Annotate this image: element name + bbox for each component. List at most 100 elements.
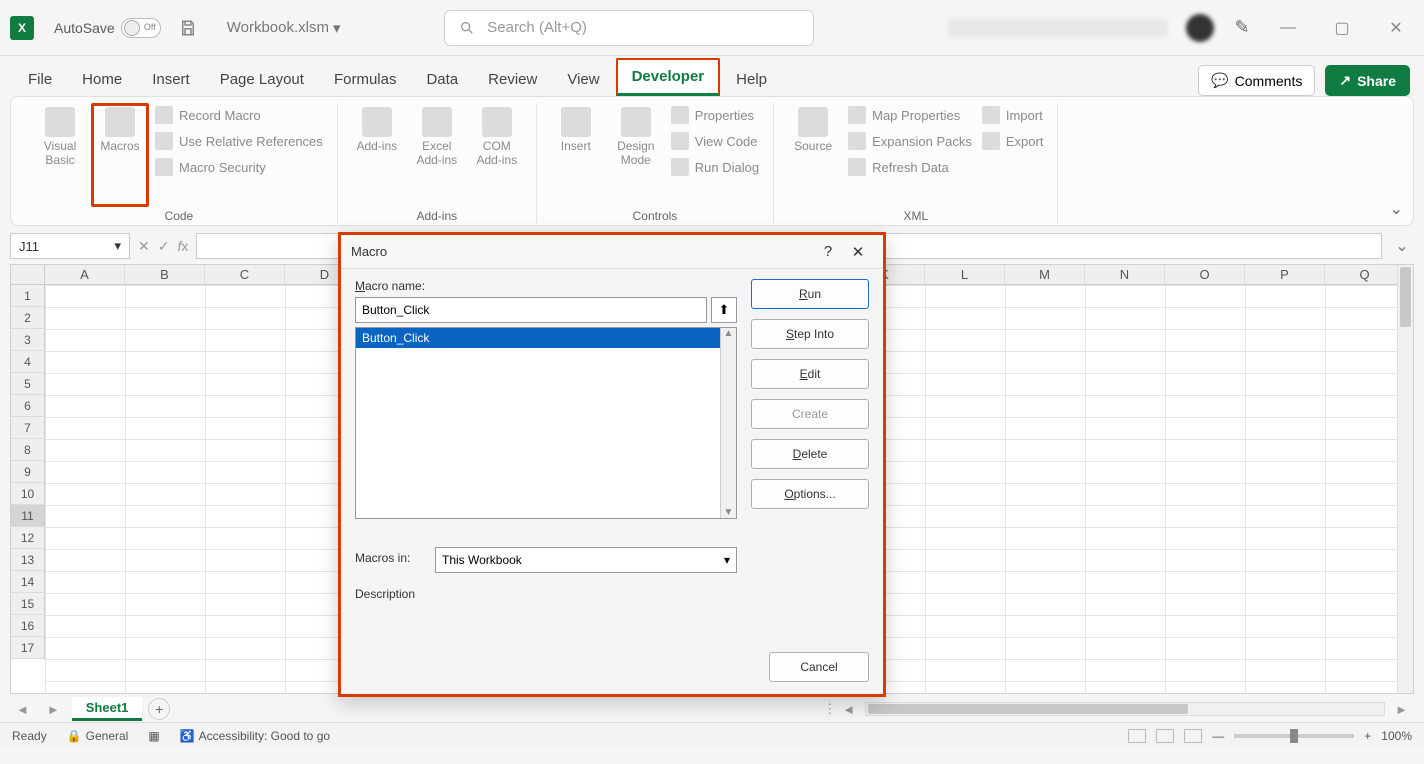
cancel-button[interactable]: Cancel	[769, 652, 869, 682]
row-header[interactable]: 5	[11, 373, 45, 395]
row-header[interactable]: 3	[11, 329, 45, 351]
tab-developer[interactable]: Developer	[616, 58, 721, 96]
column-header[interactable]: A	[45, 265, 125, 285]
tab-file[interactable]: File	[14, 63, 66, 96]
toggle-switch-icon[interactable]: Off	[121, 18, 161, 38]
addins-button[interactable]: Add-ins	[348, 103, 406, 207]
source-button[interactable]: Source	[784, 103, 842, 207]
tab-help[interactable]: Help	[722, 63, 781, 96]
status-stats-icon[interactable]: ▦	[148, 729, 159, 743]
tab-data[interactable]: Data	[412, 63, 472, 96]
design-mode-button[interactable]: Design Mode	[607, 103, 665, 207]
macros-in-select[interactable]: This Workbook ▾	[435, 547, 737, 573]
view-page-layout-button[interactable]	[1156, 729, 1174, 743]
ribbon-collapse-button[interactable]: ⌄	[1390, 199, 1403, 219]
row-header[interactable]: 11	[11, 505, 45, 527]
column-header[interactable]: C	[205, 265, 285, 285]
refresh-data-button[interactable]: Refresh Data	[844, 155, 976, 179]
collapse-dialog-icon[interactable]: ⬆	[711, 297, 737, 323]
com-addins-button[interactable]: COM Add-ins	[468, 103, 526, 207]
pen-icon[interactable]: ✎	[1232, 17, 1252, 38]
tab-view[interactable]: View	[553, 63, 613, 96]
macro-list[interactable]: Button_Click ▲ ▼	[355, 327, 737, 519]
row-header[interactable]: 8	[11, 439, 45, 461]
column-header[interactable]: M	[1005, 265, 1085, 285]
run-button[interactable]: Run	[751, 279, 869, 309]
tab-review[interactable]: Review	[474, 63, 551, 96]
tab-home[interactable]: Home	[68, 63, 136, 96]
row-header[interactable]: 1	[11, 285, 45, 307]
split-handle-icon[interactable]: ⋮	[823, 701, 836, 717]
row-header[interactable]: 15	[11, 593, 45, 615]
macro-name-input[interactable]	[355, 297, 707, 323]
macro-security-button[interactable]: Macro Security	[151, 155, 327, 179]
zoom-level[interactable]: 100%	[1381, 729, 1412, 743]
row-header[interactable]: 17	[11, 637, 45, 659]
share-button[interactable]: ↗ Share	[1325, 65, 1410, 96]
save-icon[interactable]	[179, 19, 197, 37]
record-macro-button[interactable]: Record Macro	[151, 103, 327, 127]
view-normal-button[interactable]	[1128, 729, 1146, 743]
sheet-tab-active[interactable]: Sheet1	[72, 697, 143, 721]
view-code-button[interactable]: View Code	[667, 129, 763, 153]
horizontal-scrollbar[interactable]	[865, 702, 1385, 716]
tab-formulas[interactable]: Formulas	[320, 63, 411, 96]
expansion-packs-button[interactable]: Expansion Packs	[844, 129, 976, 153]
visual-basic-button[interactable]: Visual Basic	[31, 103, 89, 207]
dialog-close-button[interactable]: ✕	[843, 243, 873, 261]
status-accessibility[interactable]: ♿Accessibility: Good to go	[180, 729, 330, 743]
close-button[interactable]: ✕	[1378, 10, 1414, 46]
row-header[interactable]: 6	[11, 395, 45, 417]
row-header[interactable]: 13	[11, 549, 45, 571]
insert-control-button[interactable]: Insert	[547, 103, 605, 207]
row-header[interactable]: 16	[11, 615, 45, 637]
filename-dropdown[interactable]: Workbook.xlsm ▾	[227, 19, 341, 37]
macros-button[interactable]: Macros	[91, 103, 149, 207]
view-page-break-button[interactable]	[1184, 729, 1202, 743]
select-all-corner[interactable]	[11, 265, 45, 285]
row-header[interactable]: 12	[11, 527, 45, 549]
row-header[interactable]: 7	[11, 417, 45, 439]
row-header[interactable]: 10	[11, 483, 45, 505]
row-header[interactable]: 4	[11, 351, 45, 373]
sheet-nav-next[interactable]: ►	[41, 702, 66, 717]
minimize-button[interactable]: —	[1270, 10, 1306, 46]
use-relative-references-button[interactable]: Use Relative References	[151, 129, 327, 153]
vertical-scrollbar[interactable]	[1397, 265, 1413, 693]
import-button[interactable]: Import	[978, 103, 1048, 127]
row-header[interactable]: 14	[11, 571, 45, 593]
dialog-help-button[interactable]: ?	[813, 243, 843, 260]
column-header[interactable]: O	[1165, 265, 1245, 285]
run-dialog-button[interactable]: Run Dialog	[667, 155, 763, 179]
step-into-button[interactable]: Step Into	[751, 319, 869, 349]
status-sensitivity[interactable]: 🔒General	[67, 729, 129, 743]
name-box[interactable]: J11 ▾	[10, 233, 130, 259]
properties-button[interactable]: Properties	[667, 103, 763, 127]
comments-button[interactable]: 💬 Comments	[1198, 65, 1315, 96]
column-header[interactable]: Q	[1325, 265, 1405, 285]
row-header[interactable]: 9	[11, 461, 45, 483]
add-sheet-button[interactable]: +	[148, 698, 170, 720]
create-button[interactable]: Create	[751, 399, 869, 429]
tab-page-layout[interactable]: Page Layout	[206, 63, 318, 96]
accept-fx-icon[interactable]: ✓	[158, 238, 170, 255]
column-header[interactable]: L	[925, 265, 1005, 285]
row-header[interactable]: 2	[11, 307, 45, 329]
hscroll-right[interactable]: ►	[1389, 702, 1414, 717]
autosave-toggle[interactable]: AutoSave Off	[54, 18, 161, 38]
hscroll-left[interactable]: ◄	[836, 702, 861, 717]
export-button[interactable]: Export	[978, 129, 1048, 153]
options-button[interactable]: Options...	[751, 479, 869, 509]
column-header[interactable]: N	[1085, 265, 1165, 285]
map-properties-button[interactable]: Map Properties	[844, 103, 976, 127]
list-scrollbar[interactable]: ▲ ▼	[720, 328, 736, 518]
delete-button[interactable]: Delete	[751, 439, 869, 469]
tab-insert[interactable]: Insert	[138, 63, 204, 96]
cancel-fx-icon[interactable]: ✕	[138, 238, 150, 255]
sheet-nav-prev[interactable]: ◄	[10, 702, 35, 717]
fx-icon[interactable]: fx	[177, 238, 188, 254]
search-input[interactable]: Search (Alt+Q)	[444, 10, 814, 46]
macro-list-item[interactable]: Button_Click	[356, 328, 736, 348]
formula-bar-expand[interactable]: ⌄	[1390, 236, 1414, 256]
column-header[interactable]: B	[125, 265, 205, 285]
